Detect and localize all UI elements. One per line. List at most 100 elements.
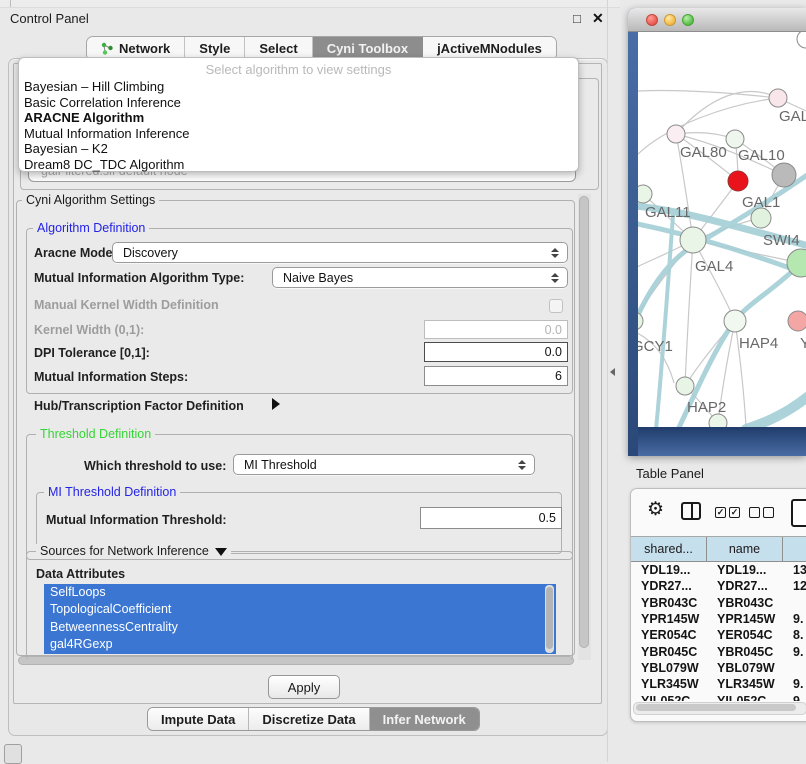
stepper-icon — [551, 273, 559, 283]
tab-cyni-toolbox-label: Cyni Toolbox — [327, 41, 408, 56]
node-gcy1 — [638, 312, 643, 330]
mi-steps-field[interactable]: 6 — [424, 366, 568, 386]
cell: YBR043C — [631, 596, 707, 610]
cell: 9. — [783, 677, 806, 691]
column-header-partial[interactable]: A — [783, 537, 806, 561]
settings-vertical-scrollbar[interactable] — [578, 194, 591, 660]
node-gal1 — [751, 208, 771, 228]
table-row[interactable]: YLR345WYLR345W9. — [631, 676, 806, 692]
node-selected-red — [728, 171, 748, 191]
tab-discretize-data[interactable]: Discretize Data — [249, 708, 369, 730]
node-label: HAP2 — [687, 399, 726, 416]
table-header-row: shared... name A — [631, 537, 806, 562]
gear-icon[interactable]: ⚙ — [647, 498, 664, 521]
network-window-frame-bottom — [638, 427, 806, 456]
list-vertical-scrollbar[interactable] — [545, 585, 554, 653]
dropdown-item-selected[interactable]: ARACNE Algorithm — [19, 110, 578, 126]
node-gal4 — [680, 227, 706, 253]
divider-collapse-icon[interactable] — [610, 368, 615, 376]
data-attributes-list[interactable]: SelfLoops TopologicalCoefficient Between… — [44, 584, 556, 654]
float-panel-icon[interactable]: □ — [573, 11, 581, 26]
table-horizontal-scroll-thumb[interactable] — [636, 704, 796, 711]
cell: YER054C — [631, 628, 707, 642]
column-header-name[interactable]: name — [707, 537, 783, 561]
cell: 9. — [783, 694, 806, 701]
aracne-mode-value: Discovery — [113, 246, 551, 260]
mi-type-select[interactable]: Naive Bayes — [272, 267, 568, 288]
table-row[interactable]: YBL079WYBL079W — [631, 660, 806, 676]
table-row[interactable]: YER054CYER054C8. — [631, 627, 806, 643]
apply-button[interactable]: Apply — [268, 675, 340, 699]
dropdown-item[interactable]: Mutual Information Inference — [19, 126, 578, 142]
table-row[interactable]: YIL052CYIL052C9. — [631, 692, 806, 701]
table-row[interactable]: YDR27...YDR27...12 — [631, 578, 806, 594]
node — [797, 31, 806, 48]
network-graph: GAL GAL80 GAL10 GAL1 GAL11 SWI4 GAL4 GCY… — [638, 31, 806, 427]
hub-definition-label[interactable]: Hub/Transcription Factor Definition — [34, 399, 244, 413]
list-item[interactable]: BetweennessCentrality — [44, 619, 556, 636]
minimize-window-icon[interactable] — [664, 14, 676, 26]
node-label: GAL10 — [738, 147, 785, 164]
checked-box-icon: ✓ — [729, 507, 740, 518]
select-all-icon[interactable]: ✓ ✓ — [715, 507, 740, 518]
node-gal10 — [726, 130, 744, 148]
split-columns-icon[interactable] — [681, 502, 701, 520]
unchecked-box-icon — [763, 507, 774, 518]
dropdown-item[interactable]: Basic Correlation Inference — [19, 95, 578, 111]
which-threshold-value: MI Threshold — [234, 458, 518, 472]
algorithm-dropdown: Select algorithm to view settings Bayesi… — [18, 57, 579, 172]
network-window-titlebar[interactable] — [628, 8, 806, 32]
deselect-all-icon[interactable] — [749, 507, 774, 518]
settings-vertical-scroll-thumb[interactable] — [579, 196, 589, 648]
tab-infer-network[interactable]: Infer Network — [370, 708, 479, 730]
cell: 13 — [783, 563, 806, 577]
panel-divider[interactable] — [607, 0, 608, 762]
table-row[interactable]: YDL19...YDL19...13 — [631, 562, 806, 578]
node-label: SWI4 — [763, 232, 800, 249]
table-row[interactable]: YPR145WYPR145W9. — [631, 611, 806, 627]
list-vertical-scroll-thumb[interactable] — [546, 587, 553, 649]
table-horizontal-scrollbar[interactable] — [633, 702, 806, 715]
cell: YPR145W — [631, 612, 707, 626]
unchecked-box-icon — [749, 507, 760, 518]
manual-kernel-label: Manual Kernel Width Definition — [34, 298, 219, 312]
node-label: HAP4 — [739, 335, 778, 352]
dropdown-item[interactable]: Bayesian – Hill Climbing — [19, 79, 578, 95]
dropdown-placeholder: Select algorithm to view settings — [19, 61, 578, 79]
node-hap2 — [676, 377, 694, 395]
kernel-width-label: Kernel Width (0,1): — [34, 323, 144, 337]
table-row[interactable]: YBR045CYBR045C9. — [631, 643, 806, 659]
manual-kernel-checkbox[interactable] — [549, 299, 563, 313]
kernel-width-field[interactable]: 0.0 — [424, 320, 568, 339]
close-window-icon[interactable] — [646, 14, 658, 26]
node-gal11 — [638, 185, 652, 203]
list-item[interactable]: SelfLoops — [44, 584, 556, 601]
cell: YDR27... — [707, 579, 783, 593]
tab-style-label: Style — [199, 41, 230, 56]
mi-type-value: Naive Bayes — [273, 271, 551, 285]
dpi-tolerance-field[interactable]: 0.0 — [424, 342, 568, 362]
table-row[interactable]: YBR043CYBR043C — [631, 595, 806, 611]
zoom-window-icon[interactable] — [682, 14, 694, 26]
node-gal — [769, 89, 787, 107]
table-panel-title: Table Panel — [636, 466, 704, 481]
column-header-shared-name[interactable]: shared... — [631, 537, 707, 561]
tab-impute-data[interactable]: Impute Data — [148, 708, 249, 730]
which-threshold-select[interactable]: MI Threshold — [233, 454, 535, 475]
sources-title[interactable]: Sources for Network Inference — [36, 544, 231, 558]
aracne-mode-select[interactable]: Discovery — [112, 242, 568, 263]
file-icon[interactable] — [791, 499, 806, 527]
list-item[interactable]: gal4RGexp — [44, 636, 556, 653]
mi-threshold-field[interactable]: 0.5 — [420, 507, 562, 529]
tab-network-label: Network — [119, 41, 170, 56]
collapsed-panel-icon[interactable] — [4, 744, 22, 764]
expand-right-icon[interactable] — [272, 398, 280, 410]
table-panel: ⚙ ✓ ✓ shared... name A YDL19...YDL19...1… — [630, 488, 806, 722]
network-canvas[interactable]: GAL GAL80 GAL10 GAL1 GAL11 SWI4 GAL4 GCY… — [638, 31, 806, 427]
close-panel-icon[interactable]: ✕ — [592, 10, 604, 27]
dropdown-item[interactable]: Bayesian – K2 — [19, 141, 578, 157]
table-toolbar: ⚙ ✓ ✓ — [631, 489, 806, 537]
dropdown-item[interactable]: Dream8 DC_TDC Algorithm — [19, 157, 578, 173]
mi-type-label: Mutual Information Algorithm Type: — [34, 271, 244, 285]
list-item[interactable]: TopologicalCoefficient — [44, 601, 556, 618]
